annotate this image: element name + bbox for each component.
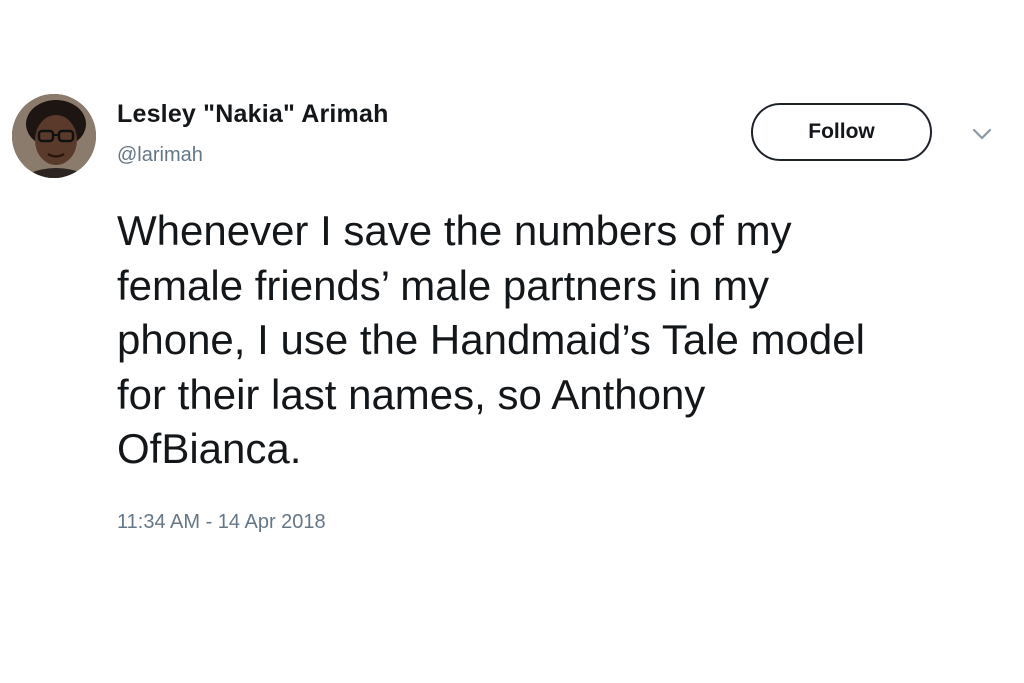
avatar-photo	[12, 94, 96, 178]
author-handle[interactable]: @larimah	[117, 144, 203, 167]
follow-button[interactable]: Follow	[751, 103, 932, 161]
tweet-text: Whenever I save the numbers of my female…	[117, 207, 865, 472]
author-name[interactable]: Lesley "Nakia" Arimah	[117, 100, 389, 129]
tweet-timestamp[interactable]: 11:34 AM - 14 Apr 2018	[117, 511, 326, 534]
tweet-card: Lesley "Nakia" Arimah @larimah Follow Wh…	[0, 0, 1024, 683]
chevron-down-icon[interactable]	[971, 127, 993, 141]
avatar[interactable]	[12, 94, 96, 178]
